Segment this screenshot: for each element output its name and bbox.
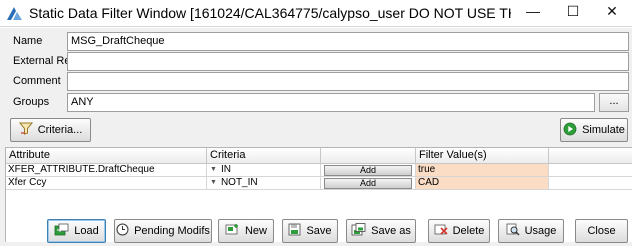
delete-icon: [434, 223, 448, 239]
save-button[interactable]: Save: [282, 219, 338, 243]
row-add-cell: Add: [321, 177, 416, 190]
external-ref-row: External Ref.: [0, 52, 632, 72]
usage-magnifier-icon: [506, 223, 520, 239]
table-header: Attribute Criteria Filter Value(s): [6, 148, 632, 164]
comment-field[interactable]: [67, 72, 629, 91]
load-button[interactable]: Load: [47, 219, 106, 243]
external-ref-field[interactable]: [67, 52, 629, 71]
load-button-label: Load: [74, 225, 99, 237]
save-as-button[interactable]: Save as: [346, 219, 416, 243]
comment-label: Comment: [13, 75, 61, 87]
groups-browse-button[interactable]: ...: [599, 93, 629, 112]
close-window-button[interactable]: ✕: [592, 0, 632, 22]
row-empty-cell: [549, 177, 632, 190]
new-button[interactable]: New: [218, 219, 274, 243]
row-attribute-cell[interactable]: Xfer Ccy: [6, 177, 207, 190]
criteria-button[interactable]: Criteria...: [10, 118, 91, 142]
row-criteria-dropdown[interactable]: ▼ NOT_IN: [207, 177, 321, 190]
row-filter-value-cell[interactable]: CAD: [416, 177, 549, 190]
criteria-button-label: Criteria...: [37, 124, 83, 136]
pending-modifs-button[interactable]: Pending Modifs: [114, 219, 212, 243]
add-value-button[interactable]: Add: [324, 165, 412, 176]
delete-button[interactable]: Delete: [428, 219, 490, 243]
name-label: Name: [13, 35, 43, 47]
usage-button-label: Usage: [524, 225, 557, 237]
column-header-criteria[interactable]: Criteria: [207, 148, 321, 164]
save-as-button-label: Save as: [371, 225, 411, 237]
app-logo-icon: [5, 4, 24, 23]
maximize-button[interactable]: ☐: [553, 0, 593, 22]
groups-row: Groups ANY ...: [0, 93, 632, 113]
row-criteria-value: NOT_IN: [220, 177, 258, 188]
play-icon: [563, 122, 577, 139]
groups-field[interactable]: ANY: [67, 93, 595, 112]
table-row[interactable]: XFER_ATTRIBUTE.DraftCheque ▼ IN Add true: [6, 164, 632, 177]
column-header-empty: [549, 148, 632, 164]
row-criteria-dropdown[interactable]: ▼ IN: [207, 164, 321, 177]
title-bar: Static Data Filter Window [161024/CAL364…: [0, 0, 632, 27]
filter-funnel-icon: [18, 122, 33, 138]
row-criteria-value: IN: [220, 164, 231, 175]
comment-row: Comment: [0, 72, 632, 92]
clock-icon: [116, 223, 129, 239]
window-title: Static Data Filter Window [161024/CAL364…: [29, 5, 511, 21]
filter-panel: Name MSG_DraftCheque External Ref. Comme…: [0, 28, 632, 246]
save-as-icon: [351, 223, 366, 239]
usage-button[interactable]: Usage: [498, 219, 564, 243]
name-row: Name MSG_DraftCheque: [0, 32, 632, 52]
add-value-button[interactable]: Add: [324, 178, 412, 189]
row-add-cell: Add: [321, 164, 416, 177]
column-header-attribute[interactable]: Attribute: [6, 148, 207, 164]
row-empty-cell: [549, 164, 632, 177]
dropdown-arrow-icon: ▼: [210, 179, 217, 186]
close-button-label: Close: [587, 225, 616, 237]
groups-label: Groups: [13, 96, 50, 108]
table-row[interactable]: Xfer Ccy ▼ NOT_IN Add CAD: [6, 177, 632, 190]
simulate-button[interactable]: Simulate: [560, 118, 628, 142]
save-button-label: Save: [306, 225, 332, 237]
name-field[interactable]: MSG_DraftCheque: [67, 32, 629, 51]
delete-button-label: Delete: [452, 225, 485, 237]
new-button-label: New: [244, 225, 267, 237]
simulate-button-label: Simulate: [582, 124, 625, 136]
row-filter-value-cell[interactable]: true: [416, 164, 549, 177]
save-icon: [288, 223, 301, 239]
column-header-add[interactable]: [321, 148, 416, 164]
load-icon: [54, 223, 69, 239]
close-button[interactable]: Close: [575, 219, 628, 243]
column-header-filter-values[interactable]: Filter Value(s): [416, 148, 549, 164]
pending-modifs-button-label: Pending Modifs: [134, 225, 210, 237]
dropdown-arrow-icon: ▼: [210, 166, 217, 173]
row-attribute-cell[interactable]: XFER_ATTRIBUTE.DraftCheque: [6, 164, 207, 177]
new-icon: [225, 223, 240, 239]
minimize-button[interactable]: —: [513, 0, 553, 22]
